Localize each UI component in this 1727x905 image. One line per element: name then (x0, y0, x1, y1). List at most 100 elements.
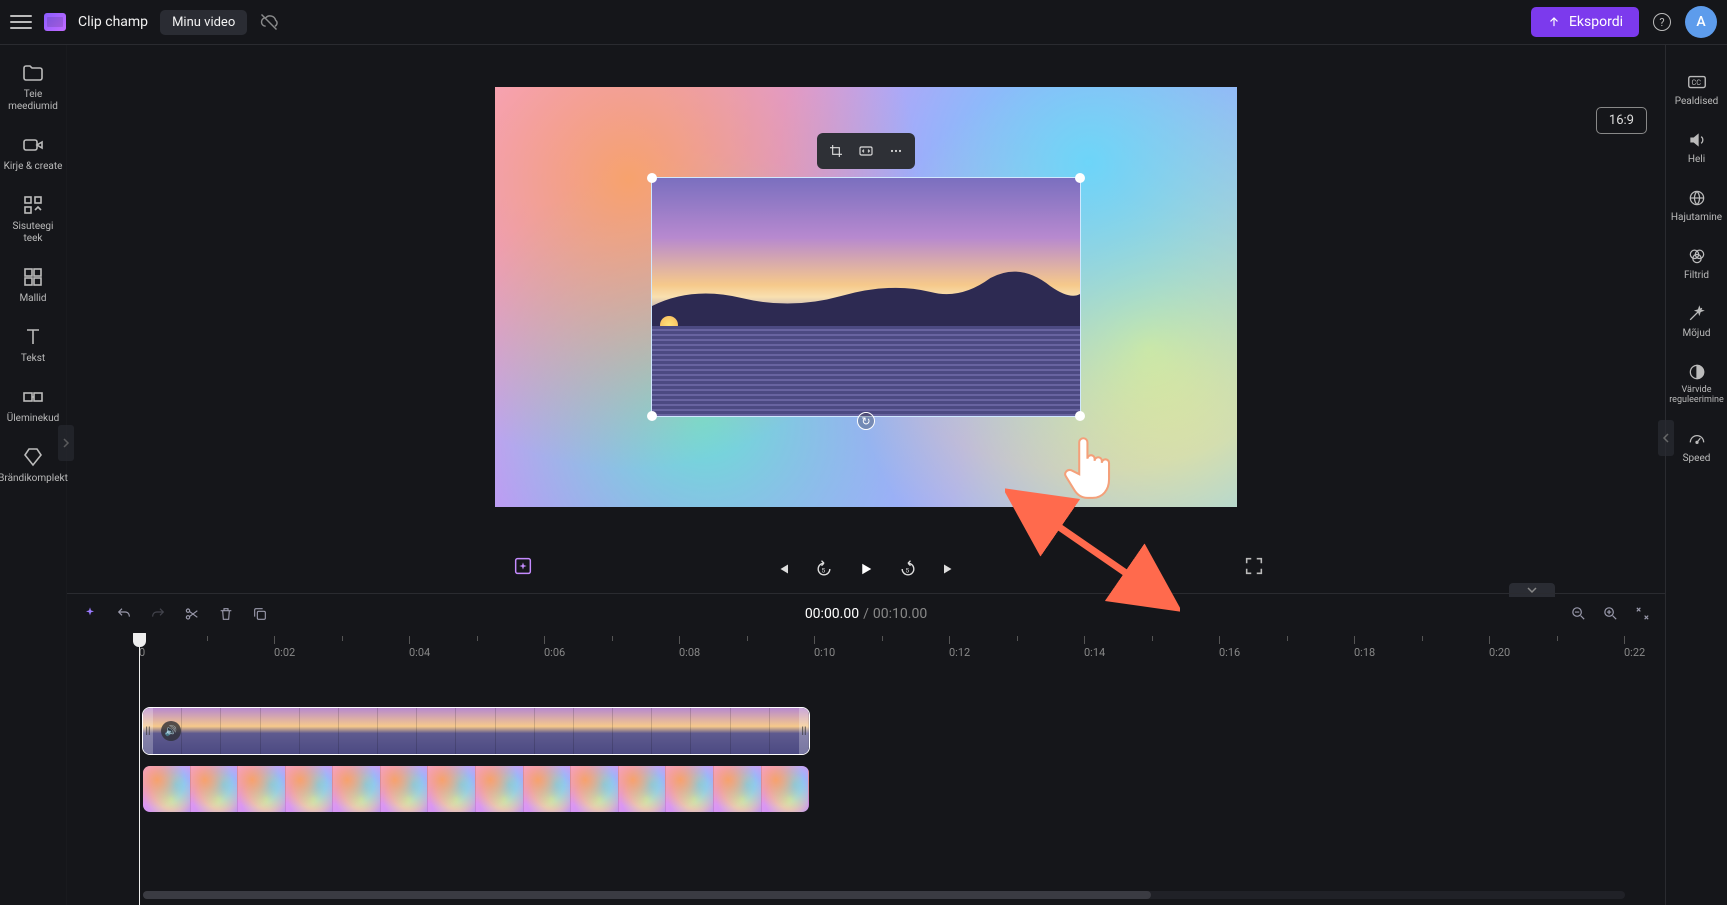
ruler-tick-minor (477, 636, 478, 643)
sidebar-item-record[interactable]: Kirje & create (0, 125, 66, 185)
rotate-handle[interactable] (857, 412, 875, 430)
back-5s-button[interactable]: 5 (814, 559, 834, 579)
resize-handle-br[interactable] (1075, 411, 1085, 421)
clip-preview-image (652, 178, 1080, 416)
ruler-tick: 0:12 (949, 636, 970, 659)
ruler-tick: 0:18 (1354, 636, 1375, 659)
timeline[interactable]: 00:020:040:060:080:100:120:140:160:180:2… (67, 633, 1665, 905)
export-button[interactable]: Ekspordi (1531, 7, 1639, 37)
ai-sparkle-icon[interactable] (512, 555, 534, 577)
sidebar-item-transitions[interactable]: Üleminekud (0, 377, 66, 437)
magic-icon[interactable] (81, 605, 99, 623)
brand-icon (21, 445, 45, 469)
help-icon[interactable]: ? (1653, 13, 1671, 31)
upload-icon (1547, 15, 1561, 29)
duplicate-button[interactable] (251, 605, 269, 623)
panel-item-filters[interactable]: Filtrid (1682, 235, 1711, 291)
timeline-clip-video[interactable]: || 🔊 || (142, 707, 810, 755)
panel-item-fade[interactable]: Hajutamine (1669, 177, 1724, 233)
export-label: Ekspordi (1569, 14, 1623, 30)
more-options-button[interactable] (881, 137, 911, 165)
center-area: 16:9 (67, 45, 1665, 905)
filters-icon (1687, 246, 1707, 266)
forward-5s-button[interactable]: 5 (898, 559, 918, 579)
zoom-out-button[interactable] (1569, 605, 1587, 623)
fullscreen-icon[interactable] (1243, 555, 1265, 577)
clip-audio-icon[interactable]: 🔊 (161, 721, 181, 741)
document-title[interactable]: Minu video (160, 10, 247, 35)
sidebar-item-brand[interactable]: Brändikomplekt (0, 437, 66, 497)
svg-text:CC: CC (1691, 78, 1701, 87)
sidebar-item-media[interactable]: Teie meediumid (0, 53, 66, 125)
panel-item-audio[interactable]: Heli (1684, 119, 1710, 175)
fit-timeline-button[interactable] (1633, 605, 1651, 623)
captions-cc-icon: CC (1686, 71, 1708, 93)
ruler-tick-minor (207, 636, 208, 643)
preview-stage-wrap: 16:9 (67, 45, 1665, 549)
cursor-hand-annotation (1058, 430, 1121, 502)
clip-trim-left-handle[interactable]: || (143, 708, 153, 754)
selection-toolbar (817, 133, 915, 169)
timeline-scrollbar[interactable] (143, 891, 1625, 899)
menu-icon[interactable] (10, 11, 32, 33)
resize-handle-tr[interactable] (1075, 173, 1085, 183)
split-button[interactable] (183, 605, 201, 623)
ruler-tick: 0:04 (409, 636, 430, 659)
avatar[interactable]: A (1685, 6, 1717, 38)
panel-item-speed[interactable]: Speed (1681, 418, 1713, 474)
ruler-tick-minor (1422, 636, 1423, 643)
sidebar-item-text[interactable]: Tekst (0, 317, 66, 377)
selected-clip-frame[interactable] (651, 177, 1081, 417)
timeline-ruler[interactable]: 00:020:040:060:080:100:120:140:160:180:2… (139, 633, 1665, 659)
templates-icon (21, 265, 45, 289)
resize-handle-bl[interactable] (647, 411, 657, 421)
scrollbar-thumb[interactable] (143, 891, 1151, 899)
fit-icon (857, 143, 875, 159)
svg-text:5: 5 (906, 566, 910, 574)
playhead[interactable] (139, 633, 140, 905)
zoom-in-button[interactable] (1601, 605, 1619, 623)
ruler-tick: 0:20 (1489, 636, 1510, 659)
ruler-tick-minor (747, 636, 748, 643)
preview-stage[interactable] (495, 87, 1237, 507)
panel-item-effects[interactable]: Mõjud (1681, 293, 1713, 349)
play-button[interactable] (856, 559, 876, 579)
delete-button[interactable] (217, 605, 235, 623)
library-icon (21, 193, 45, 217)
speedometer-icon (1687, 429, 1707, 449)
timeline-clip-background[interactable] (142, 765, 810, 813)
ruler-tick: 0:02 (274, 636, 295, 659)
sidebar-item-templates[interactable]: Mallid (0, 257, 66, 317)
fit-button[interactable] (851, 137, 881, 165)
speaker-icon (1687, 130, 1707, 150)
app-name: Clip champ (78, 14, 148, 30)
seek-end-button[interactable] (940, 559, 960, 579)
text-icon (21, 325, 45, 349)
top-bar: Clip champ Minu video Ekspordi ? A (0, 0, 1727, 45)
app-logo-icon (44, 13, 66, 31)
transitions-icon (21, 385, 45, 409)
undo-button[interactable] (115, 605, 133, 623)
sidebar-item-content-library[interactable]: Sisuteegi teek (0, 185, 66, 257)
svg-text:5: 5 (822, 566, 826, 574)
panel-item-captions[interactable]: CC Pealdised (1673, 61, 1721, 117)
camera-icon (21, 133, 45, 157)
panel-item-color[interactable]: Värvide reguleerimine (1666, 351, 1727, 416)
right-rail-expand-handle[interactable] (1658, 420, 1674, 456)
ruler-tick-minor (1557, 636, 1558, 643)
cloud-off-icon (259, 12, 279, 32)
seek-start-button[interactable] (772, 559, 792, 579)
resize-handle-tl[interactable] (647, 173, 657, 183)
clip-trim-right-handle[interactable]: || (799, 708, 809, 754)
ruler-tick: 0:08 (679, 636, 700, 659)
ruler-tick-minor (1287, 636, 1288, 643)
aspect-ratio-button[interactable]: 16:9 (1596, 107, 1647, 134)
ruler-tick-minor (882, 636, 883, 643)
timecode-display: 00:00.00/00:10.00 (805, 606, 927, 622)
crop-button[interactable] (821, 137, 851, 165)
ruler-tick-minor (1152, 636, 1153, 643)
redo-button[interactable] (149, 605, 167, 623)
ellipsis-icon (888, 143, 904, 159)
chevron-left-icon (1662, 432, 1670, 444)
wand-icon (1686, 304, 1706, 324)
